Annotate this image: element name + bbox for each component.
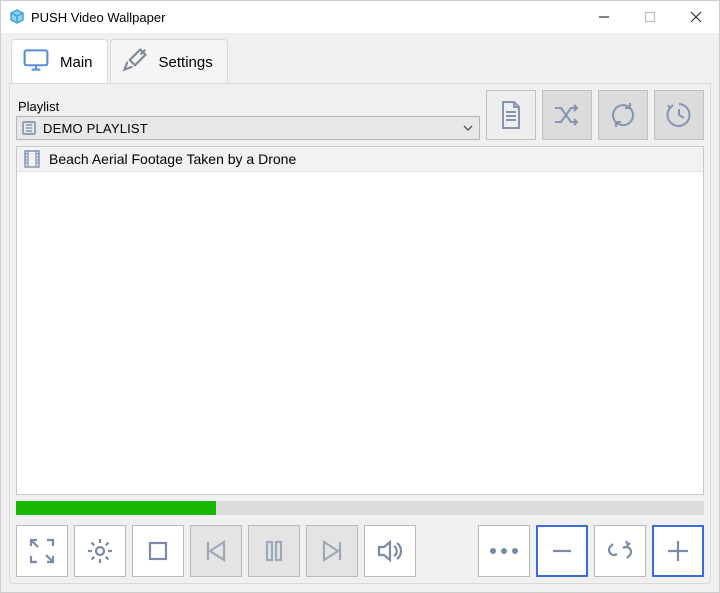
playlist-file-button[interactable] — [486, 90, 536, 140]
link-break-button[interactable] — [594, 525, 646, 577]
bottom-toolbar — [16, 521, 704, 577]
previous-button[interactable] — [190, 525, 242, 577]
next-button[interactable] — [306, 525, 358, 577]
tab-main-label: Main — [60, 54, 93, 71]
wrench-icon — [121, 46, 149, 78]
remove-button[interactable] — [536, 525, 588, 577]
tab-settings[interactable]: Settings — [110, 39, 228, 84]
chevron-down-icon — [461, 121, 475, 135]
app-icon — [9, 9, 25, 25]
playlist-label: Playlist — [16, 99, 480, 114]
add-button[interactable] — [652, 525, 704, 577]
stop-button[interactable] — [132, 525, 184, 577]
timer-button[interactable] — [654, 90, 704, 140]
playlist-dropdown[interactable]: DEMO PLAYLIST — [16, 116, 480, 140]
settings-gear-button[interactable] — [74, 525, 126, 577]
tab-page-main: Playlist DEMO PLAYLIST — [9, 83, 711, 584]
more-icon — [490, 548, 518, 554]
list-item[interactable]: Beach Aerial Footage Taken by a Drone — [17, 147, 703, 172]
close-button[interactable] — [673, 1, 719, 33]
minimize-button[interactable] — [581, 1, 627, 33]
maximize-button — [627, 1, 673, 33]
playlist-icon — [21, 120, 37, 136]
playlist-items[interactable]: Beach Aerial Footage Taken by a Drone — [16, 146, 704, 495]
playlist-selected: DEMO PLAYLIST — [43, 121, 455, 136]
monitor-icon — [22, 46, 50, 78]
refresh-button[interactable] — [598, 90, 648, 140]
film-icon — [23, 150, 41, 168]
list-item-title: Beach Aerial Footage Taken by a Drone — [49, 151, 296, 167]
tab-main[interactable]: Main — [11, 39, 108, 84]
fullscreen-button[interactable] — [16, 525, 68, 577]
tab-settings-label: Settings — [159, 54, 213, 71]
pause-button[interactable] — [248, 525, 300, 577]
volume-button[interactable] — [364, 525, 416, 577]
progress-fill — [16, 501, 216, 515]
window-title: PUSH Video Wallpaper — [31, 10, 165, 25]
titlebar: PUSH Video Wallpaper — [1, 1, 719, 33]
progress-bar[interactable] — [16, 501, 704, 515]
more-button[interactable] — [478, 525, 530, 577]
shuffle-button[interactable] — [542, 90, 592, 140]
tabstrip: Main Settings — [9, 39, 711, 84]
